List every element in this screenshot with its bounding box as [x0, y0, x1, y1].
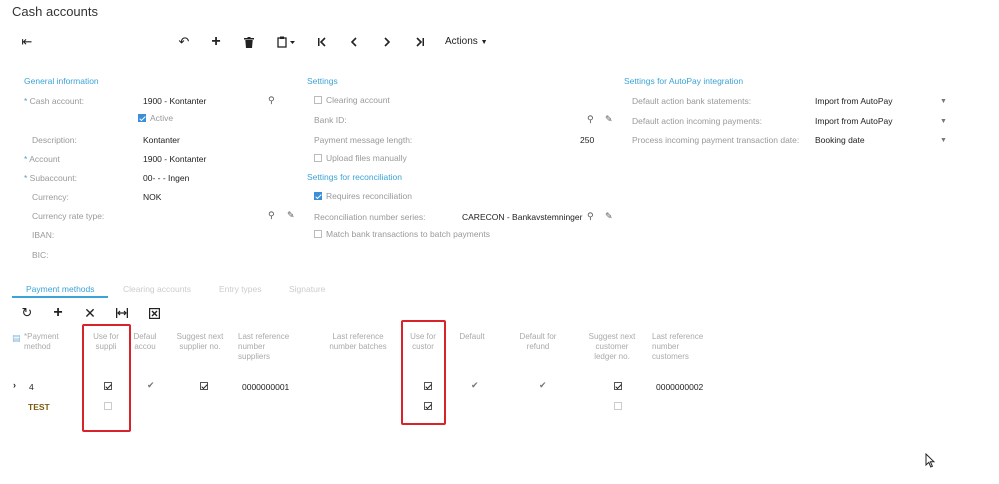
dropdown-arrow-icon[interactable]: ▼ [940, 98, 947, 105]
undo-icon[interactable]: ↶ [175, 33, 193, 51]
column-header-default-for-refund[interactable]: Default for refund [510, 332, 566, 352]
first-record-icon[interactable] [313, 33, 331, 51]
edit-icon[interactable]: ✎ [605, 114, 613, 125]
bank-statements-select[interactable]: Import from AutoPay [815, 96, 892, 106]
checkbox-icon [314, 95, 322, 104]
payment-message-length-field[interactable]: 250 [580, 135, 594, 145]
payment-method-cell[interactable]: 4 [29, 382, 34, 392]
dropdown-arrow-icon[interactable]: ▼ [940, 137, 947, 144]
column-header-default[interactable]: Default [452, 332, 492, 342]
requires-reconciliation-checkbox[interactable]: Requires reconciliation [314, 191, 412, 201]
currency-label: Currency: [32, 192, 69, 202]
currency-rate-type-label: Currency rate type: [32, 211, 105, 221]
column-header-last-ref-batches[interactable]: Last reference number batches [322, 332, 394, 352]
column-header-default-account[interactable]: Defaul accou [130, 332, 160, 352]
checkmark-icon: ✔ [147, 380, 155, 390]
column-header-last-ref-customers[interactable]: Last reference number customers [652, 332, 714, 362]
tab-signature[interactable]: Signature [289, 284, 325, 294]
add-icon[interactable]: + [207, 33, 225, 51]
checkbox-icon [314, 153, 322, 162]
copy-paste-icon[interactable] [275, 33, 299, 51]
edit-icon[interactable]: ✎ [605, 211, 613, 222]
column-header-last-ref-suppliers[interactable]: Last reference number suppliers [238, 332, 298, 362]
bank-statements-label: Default action bank statements: [632, 96, 752, 106]
description-field[interactable]: Kontanter [143, 135, 180, 145]
last-record-icon[interactable] [411, 33, 429, 51]
actions-menu-button[interactable]: Actions ▼ [445, 36, 488, 47]
suggest-next-supplier-checkbox[interactable] [200, 382, 208, 390]
autopay-heading: Settings for AutoPay integration [624, 76, 744, 86]
caret-down-icon: ▼ [480, 39, 488, 46]
description-label: Description: [32, 135, 77, 145]
tab-payment-methods[interactable]: Payment methods [26, 284, 95, 294]
match-bank-transactions-checkbox[interactable]: Match bank transactions to batch payment… [314, 229, 490, 239]
incoming-payments-select[interactable]: Import from AutoPay [815, 116, 892, 126]
account-field[interactable]: 1900 - Kontanter [143, 154, 206, 164]
reconciliation-number-series-label: Reconciliation number series: [314, 212, 426, 222]
upload-files-checkbox[interactable]: Upload files manually [314, 153, 407, 163]
last-ref-suppliers-cell[interactable]: 0000000001 [242, 382, 289, 392]
process-date-select[interactable]: Booking date [815, 135, 865, 145]
edit-icon[interactable]: ✎ [287, 210, 295, 221]
last-ref-customers-cell[interactable]: 0000000002 [656, 382, 703, 392]
process-date-label: Process incoming payment transaction dat… [632, 135, 800, 145]
account-label: * Account [24, 154, 60, 164]
checkmark-icon: ✔ [471, 380, 479, 390]
iban-label: IBAN: [32, 230, 55, 240]
column-header-suggest-next-customer[interactable]: Suggest next customer ledger no. [588, 332, 636, 362]
checkbox-icon [314, 229, 322, 238]
checkbox-icon [138, 113, 146, 122]
highlight-box-supplier [82, 324, 131, 432]
mouse-cursor-icon [925, 452, 936, 470]
grid-settings-icon[interactable]: ▤ [12, 333, 21, 344]
active-tab-indicator [12, 296, 108, 298]
search-icon[interactable]: ⚲ [587, 211, 594, 222]
search-icon[interactable]: ⚲ [587, 114, 594, 125]
settings-heading: Settings [307, 76, 338, 86]
delete-icon[interactable] [240, 33, 258, 51]
active-checkbox[interactable]: Active [138, 113, 173, 123]
fit-columns-icon[interactable] [114, 305, 130, 321]
checkmark-icon: ✔ [539, 380, 547, 390]
tab-clearing-accounts[interactable]: Clearing accounts [123, 284, 191, 294]
suggest-next-customer-checkbox[interactable] [614, 382, 622, 390]
payment-message-length-label: Payment message length: [314, 135, 413, 145]
column-header-payment-method[interactable]: *Payment method [24, 332, 70, 352]
reconciliation-heading: Settings for reconciliation [307, 172, 402, 182]
actions-label: Actions [445, 36, 478, 47]
export-excel-icon[interactable] [146, 305, 162, 321]
search-icon[interactable]: ⚲ [268, 210, 275, 221]
currency-field[interactable]: NOK [143, 192, 161, 202]
highlight-box-customer [401, 320, 446, 425]
page-title: Cash accounts [12, 4, 98, 19]
cash-account-label: * Cash account: [24, 96, 85, 106]
reconciliation-number-series-field[interactable]: CARECON - Bankavstemninger [462, 212, 582, 222]
bic-label: BIC: [32, 250, 49, 260]
suggest-next-customer-checkbox[interactable] [614, 402, 622, 410]
dropdown-arrow-icon[interactable]: ▼ [940, 118, 947, 125]
delete-row-icon[interactable]: ✕ [82, 305, 98, 321]
incoming-payments-label: Default action incoming payments: [632, 116, 762, 126]
checkbox-icon [314, 191, 322, 200]
column-header-suggest-next-supplier[interactable]: Suggest next supplier no. [176, 332, 224, 352]
row-selector-icon[interactable]: › [13, 380, 16, 390]
bank-id-label: Bank ID: [314, 115, 347, 125]
subaccount-label: * Subaccount: [24, 173, 77, 183]
general-information-heading: General information [24, 76, 99, 86]
payment-method-cell[interactable]: TEST [28, 402, 50, 412]
tab-entry-types[interactable]: Entry types [219, 284, 262, 294]
clearing-account-checkbox[interactable]: Clearing account [314, 95, 390, 105]
add-row-icon[interactable]: + [50, 304, 66, 321]
refresh-icon[interactable]: ↻ [19, 305, 35, 321]
subaccount-field[interactable]: 00- - - Ingen [143, 173, 189, 183]
previous-record-icon[interactable] [345, 33, 363, 51]
back-icon[interactable]: ⇤ [18, 33, 36, 51]
cash-account-field[interactable]: 1900 - Kontanter [143, 96, 206, 106]
next-record-icon[interactable] [378, 33, 396, 51]
search-icon[interactable]: ⚲ [268, 95, 275, 106]
